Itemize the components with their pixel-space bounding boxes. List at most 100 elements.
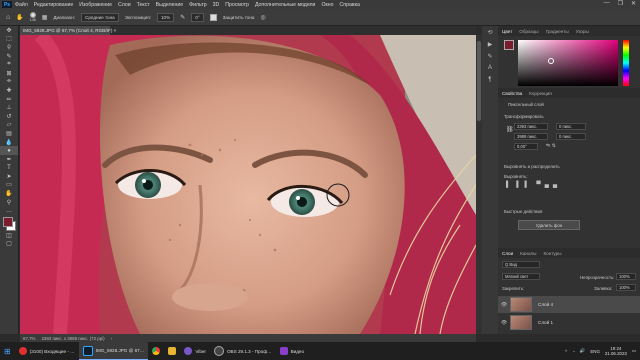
exposure-input[interactable]: 10% (156, 12, 175, 22)
minimize-icon[interactable]: — (604, 0, 610, 7)
tab-adjustments[interactable]: Коррекция (529, 91, 552, 96)
taskbar-files[interactable] (164, 342, 180, 360)
menu-view[interactable]: Просмотр (225, 2, 249, 8)
dodge-tool-preset-icon[interactable]: ✋ (16, 14, 23, 21)
hue-slider[interactable] (623, 40, 629, 86)
marquee-tool-icon[interactable]: ⬚ (0, 35, 18, 44)
menu-edit[interactable]: Редактирование (34, 2, 74, 8)
notifications-icon[interactable]: ▭ (632, 348, 636, 354)
fill-input[interactable]: 100% (616, 284, 636, 291)
menu-image[interactable]: Изображение (79, 2, 112, 8)
taskbar-chrome[interactable] (148, 342, 164, 360)
menu-layers[interactable]: Слои (118, 2, 131, 8)
blend-mode-select[interactable]: Мягкий свет (502, 273, 540, 280)
menu-help[interactable]: Справка (340, 2, 360, 8)
brushes-panel-icon[interactable]: ✎ (482, 50, 498, 62)
angle-input[interactable]: 0° (191, 12, 204, 22)
layer-filter-select[interactable]: Q Вид (502, 261, 540, 268)
menu-type[interactable]: Текст (137, 2, 150, 8)
character-panel-icon[interactable]: A (482, 62, 498, 74)
history-brush-tool-icon[interactable]: ↺ (0, 112, 18, 121)
link-dimensions-icon[interactable]: ⛓ (506, 126, 514, 133)
align-buttons[interactable]: ▌▐▐ ▀▄▄ (506, 182, 561, 188)
home-icon[interactable]: ⌂ (6, 14, 10, 21)
taskbar-obs[interactable]: OBS 29.1.3 - Проф… (210, 342, 276, 360)
eye-icon[interactable]: 👁 (498, 320, 510, 326)
tab-gradients[interactable]: Градиенты (546, 29, 569, 34)
pen-tool-icon[interactable]: ✒ (0, 155, 18, 164)
remove-background-button[interactable]: Удалить фон (518, 220, 580, 230)
menu-3d[interactable]: 3D (213, 2, 220, 8)
pressure-icon[interactable]: ◎ (260, 14, 265, 21)
tab-layers[interactable]: Слои (502, 251, 513, 256)
path-select-tool-icon[interactable]: ➤ (0, 172, 18, 181)
menu-file[interactable]: Файл (15, 2, 28, 8)
move-tool-icon[interactable]: ✥ (0, 26, 18, 35)
hand-tool-icon[interactable]: ✋ (0, 189, 18, 198)
tab-swatches[interactable]: Образцы (519, 29, 538, 34)
layer-row[interactable]: 👁 Слой 1 (498, 314, 640, 331)
eye-icon[interactable]: 👁 (498, 302, 510, 308)
brush-preview-icon[interactable]: 146 (29, 12, 36, 22)
color-picker-field[interactable] (518, 40, 618, 86)
protect-tones-checkbox[interactable] (209, 13, 217, 21)
crop-tool-icon[interactable]: ⌗ (0, 60, 18, 69)
gradient-tool-icon[interactable]: ▤ (0, 129, 18, 138)
document-tab[interactable]: IMG_5928.JPG @ 67,7% (Слой 4, RGB/8*) × (20, 26, 116, 35)
network-icon[interactable]: ◔ (572, 349, 575, 354)
dodge-tool-icon[interactable]: ● (0, 146, 18, 155)
zoom-level[interactable]: 67,7% (23, 336, 35, 341)
start-button[interactable]: ⊞ (0, 342, 15, 360)
menu-plugins[interactable]: Дополнительные модели (255, 2, 316, 8)
opacity-input[interactable]: 100% (616, 273, 636, 280)
tab-properties[interactable]: Свойства (502, 91, 522, 96)
actions-panel-icon[interactable]: ▶ (482, 38, 498, 50)
menu-window[interactable]: Окно (321, 2, 333, 8)
shape-tool-icon[interactable]: ▭ (0, 181, 18, 190)
history-panel-icon[interactable]: ⟲ (482, 26, 498, 38)
scrollbar-thumb[interactable] (477, 41, 481, 121)
layer-row[interactable]: 👁 Слой 4 (498, 296, 640, 313)
document-canvas[interactable] (20, 35, 476, 334)
type-tool-icon[interactable]: T (0, 164, 18, 173)
foreground-color-swatch[interactable] (3, 217, 13, 228)
angle-field[interactable]: 0,00° (514, 143, 538, 150)
airbrush-icon[interactable]: ✎ (180, 14, 185, 21)
brush-tool-icon[interactable]: ✏ (0, 95, 18, 104)
zoom-tool-icon[interactable]: ⚲ (0, 198, 18, 207)
maximize-icon[interactable]: ❐ (618, 0, 623, 7)
blur-tool-icon[interactable]: 💧 (0, 138, 18, 147)
color-swatches[interactable] (0, 215, 18, 232)
more-tools-icon[interactable]: … (0, 206, 18, 215)
height-field[interactable]: 3989 пикс. (514, 133, 548, 140)
menu-filter[interactable]: Фильтр (189, 2, 206, 8)
y-field[interactable]: 0 пикс. (556, 133, 586, 140)
lasso-tool-icon[interactable]: ϙ (0, 43, 18, 52)
taskbar-video[interactable]: Видео (276, 342, 308, 360)
tab-channels[interactable]: Каналы (520, 251, 536, 256)
status-arrow-icon[interactable]: › (111, 336, 112, 341)
tray-chevron-icon[interactable]: ^ (565, 349, 567, 354)
stamp-tool-icon[interactable]: ⊥ (0, 103, 18, 112)
x-field[interactable]: 0 пикс. (556, 123, 586, 130)
screen-mode-icon[interactable]: ▢ (0, 240, 18, 249)
volume-icon[interactable]: 🔊 (580, 348, 585, 354)
paragraph-panel-icon[interactable]: ¶ (482, 74, 498, 86)
eraser-tool-icon[interactable]: ▱ (0, 121, 18, 130)
layer-name[interactable]: Слой 4 (538, 302, 553, 307)
layer-name[interactable]: Слой 1 (538, 320, 553, 325)
language-indicator[interactable]: ENG (590, 349, 600, 354)
quick-select-tool-icon[interactable]: ✎ (0, 52, 18, 61)
menu-select[interactable]: Выделение (156, 2, 184, 8)
tab-paths[interactable]: Контуры (543, 251, 561, 256)
flip-icons[interactable]: ⇋ ⇅ (546, 143, 556, 149)
quick-mask-icon[interactable]: ◫ (0, 231, 18, 240)
width-field[interactable]: 2393 пикс. (514, 123, 548, 130)
healing-tool-icon[interactable]: ✚ (0, 86, 18, 95)
taskbar-photoshop[interactable]: IMG_5928.JPG @ 67… (78, 342, 149, 360)
taskbar-viber[interactable]: Viber (180, 342, 210, 360)
range-select[interactable]: Средние тона (81, 12, 119, 22)
close-icon[interactable]: ✕ (631, 0, 636, 7)
brush-panel-icon[interactable]: ▦ (42, 14, 48, 21)
color-fg-swatch[interactable] (504, 40, 514, 50)
